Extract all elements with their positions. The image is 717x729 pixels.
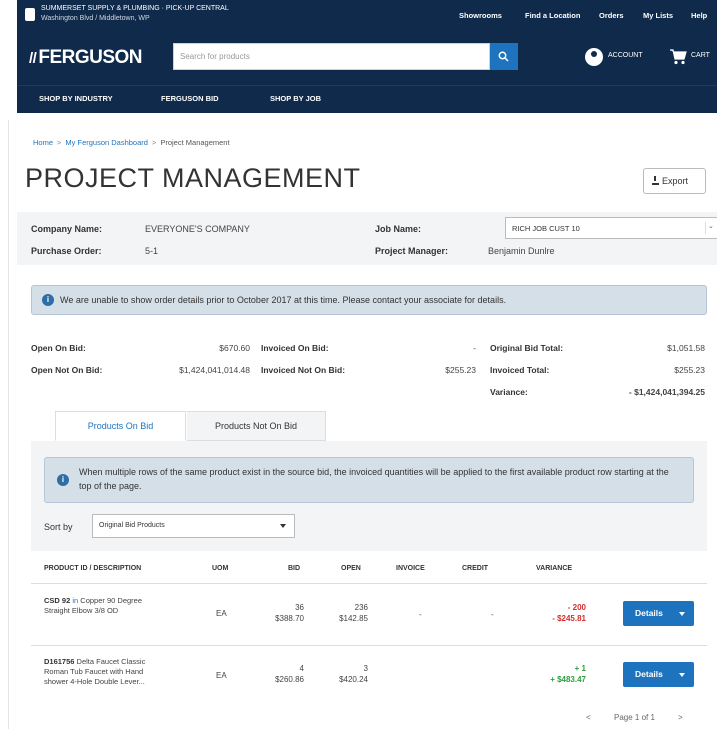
details-button[interactable]: Details <box>623 662 694 687</box>
po-label: Purchase Order: <box>31 246 102 256</box>
credit-value: - <box>491 610 494 619</box>
info-alert-text: We are unable to show order details prio… <box>60 295 507 305</box>
nav-shop-by-industry[interactable]: SHOP BY INDUSTRY <box>39 94 113 103</box>
open-on-bid-value: $670.60 <box>219 343 250 353</box>
product-description[interactable]: D161756 Delta Faucet Classic Roman Tub F… <box>44 657 194 687</box>
col-bid: BID <box>288 565 301 572</box>
page-indicator: Page 1 of 1 <box>614 713 655 722</box>
invoiced-on-bid-value: - <box>473 343 476 353</box>
open-value: 3 $420.24 <box>339 664 368 685</box>
main-nav: SHOP BY INDUSTRY FERGUSON BID SHOP BY JO… <box>17 85 717 113</box>
col-credit: CREDIT <box>462 565 489 572</box>
details-button[interactable]: Details <box>623 601 694 626</box>
search-icon <box>498 51 509 62</box>
invoiced-not-on-bid-value: $255.23 <box>445 365 476 375</box>
export-label: Export <box>662 176 689 186</box>
breadcrumb: Home > My Ferguson Dashboard > Project Manag… <box>33 138 230 147</box>
project-info: Company Name: EVERYONE'S COMPANY Purchas… <box>17 212 717 265</box>
page-title: PROJECT MANAGEMENT <box>25 163 361 193</box>
product-description[interactable]: CSD 92 in Copper 90 Degree Straight Elbo… <box>44 596 194 616</box>
showrooms-link[interactable]: Showrooms <box>459 11 502 20</box>
sort-select-value: Original Bid Products <box>99 522 165 529</box>
original-bid-total-value: $1,051.58 <box>667 343 705 353</box>
caret-down-icon <box>679 673 685 677</box>
col-product: PRODUCT ID / DESCRIPTION <box>44 565 142 572</box>
store-location-line2[interactable]: Washington Blvd / Middletown, WP <box>41 15 150 22</box>
col-open: OPEN <box>341 565 361 572</box>
company-label: Company Name: <box>31 224 103 234</box>
download-icon <box>652 176 659 185</box>
cart-link[interactable]: CART <box>691 52 710 59</box>
sort-label: Sort by <box>44 522 73 532</box>
breadcrumb-current: Project Management <box>160 138 230 147</box>
bid-value: 36 $388.70 <box>275 603 304 624</box>
help-link[interactable]: Help <box>691 11 707 20</box>
pm-value: Benjamin Dunlre <box>488 246 555 256</box>
variance-value: - $1,424,041,394.25 <box>628 387 705 397</box>
job-label: Job Name: <box>375 224 422 234</box>
company-value: EVERYONE'S COMPANY <box>145 224 250 234</box>
orders-link[interactable]: Orders <box>599 11 624 20</box>
info-alert-bid-text: When multiple rows of the same product e… <box>79 467 669 491</box>
nav-shop-by-job[interactable]: SHOP BY JOB <box>270 94 321 103</box>
tab-products-on-bid[interactable]: Products On Bid <box>55 411 186 441</box>
job-select-value: RICH JOB CUST 10 <box>512 224 580 233</box>
variance-label: Variance: <box>490 387 528 397</box>
page-border <box>8 120 9 729</box>
col-uom: UOM <box>212 565 229 572</box>
site-header: //FERGUSON Search for products ACCOUNT C… <box>17 30 717 85</box>
info-icon: i <box>57 474 69 486</box>
bid-value: 4 $260.86 <box>275 664 304 685</box>
invoiced-on-bid-label: Invoiced On Bid: <box>261 343 329 353</box>
variance-cell: + 1 + $483.47 <box>550 664 586 685</box>
cart-icon[interactable] <box>669 49 687 65</box>
pm-label: Project Manager: <box>375 246 449 256</box>
my-lists-link[interactable]: My Lists <box>643 11 673 20</box>
po-value: 5-1 <box>145 246 159 256</box>
prev-page-button[interactable]: < <box>586 713 591 722</box>
open-on-bid-label: Open On Bid: <box>31 343 86 353</box>
info-icon: i <box>42 294 54 306</box>
invoiced-total-label: Invoiced Total: <box>490 365 550 375</box>
export-button[interactable]: Export <box>643 168 706 194</box>
breadcrumb-dashboard[interactable]: My Ferguson Dashboard <box>65 138 148 147</box>
search-button[interactable] <box>490 43 518 70</box>
info-alert-date: i We are unable to show order details pr… <box>31 285 707 315</box>
breadcrumb-home[interactable]: Home <box>33 138 53 147</box>
uom-value: EA <box>216 609 227 618</box>
divider <box>31 645 707 646</box>
utility-bar: SUMMERSET SUPPLY & PLUMBING · PICK-UP CE… <box>17 0 717 30</box>
sort-select[interactable]: Original Bid Products <box>92 514 295 538</box>
store-icon <box>25 8 35 21</box>
store-location-line1[interactable]: SUMMERSET SUPPLY & PLUMBING · PICK-UP CE… <box>41 5 229 12</box>
uom-value: EA <box>216 671 227 680</box>
col-invoice: INVOICE <box>396 565 425 572</box>
chevron-down-icon: ⌄ <box>705 222 715 234</box>
invoiced-total-value: $255.23 <box>674 365 705 375</box>
caret-down-icon <box>280 524 286 528</box>
open-not-on-bid-value: $1,424,041,014.48 <box>179 365 250 375</box>
invoiced-not-on-bid-label: Invoiced Not On Bid: <box>261 365 346 375</box>
search-input[interactable]: Search for products <box>173 43 490 70</box>
ferguson-logo[interactable]: //FERGUSON <box>29 47 143 69</box>
next-page-button[interactable]: > <box>678 713 683 722</box>
tab-products-not-on-bid[interactable]: Products Not On Bid <box>187 411 326 441</box>
info-alert-bid: i When multiple rows of the same product… <box>44 457 694 503</box>
open-not-on-bid-label: Open Not On Bid: <box>31 365 103 375</box>
find-location-link[interactable]: Find a Location <box>525 11 580 20</box>
account-link[interactable]: ACCOUNT <box>608 52 643 59</box>
account-icon[interactable] <box>585 48 603 66</box>
open-value: 236 $142.85 <box>339 603 368 624</box>
job-select[interactable]: RICH JOB CUST 10 ⌄ <box>505 217 717 239</box>
variance-cell: - 200- $245.81 <box>552 603 586 624</box>
original-bid-total-label: Original Bid Total: <box>490 343 564 353</box>
divider <box>31 583 707 584</box>
col-variance: VARIANCE <box>536 565 573 572</box>
nav-ferguson-bid[interactable]: FERGUSON BID <box>161 94 219 103</box>
caret-down-icon <box>679 612 685 616</box>
invoice-value: - <box>419 610 422 619</box>
